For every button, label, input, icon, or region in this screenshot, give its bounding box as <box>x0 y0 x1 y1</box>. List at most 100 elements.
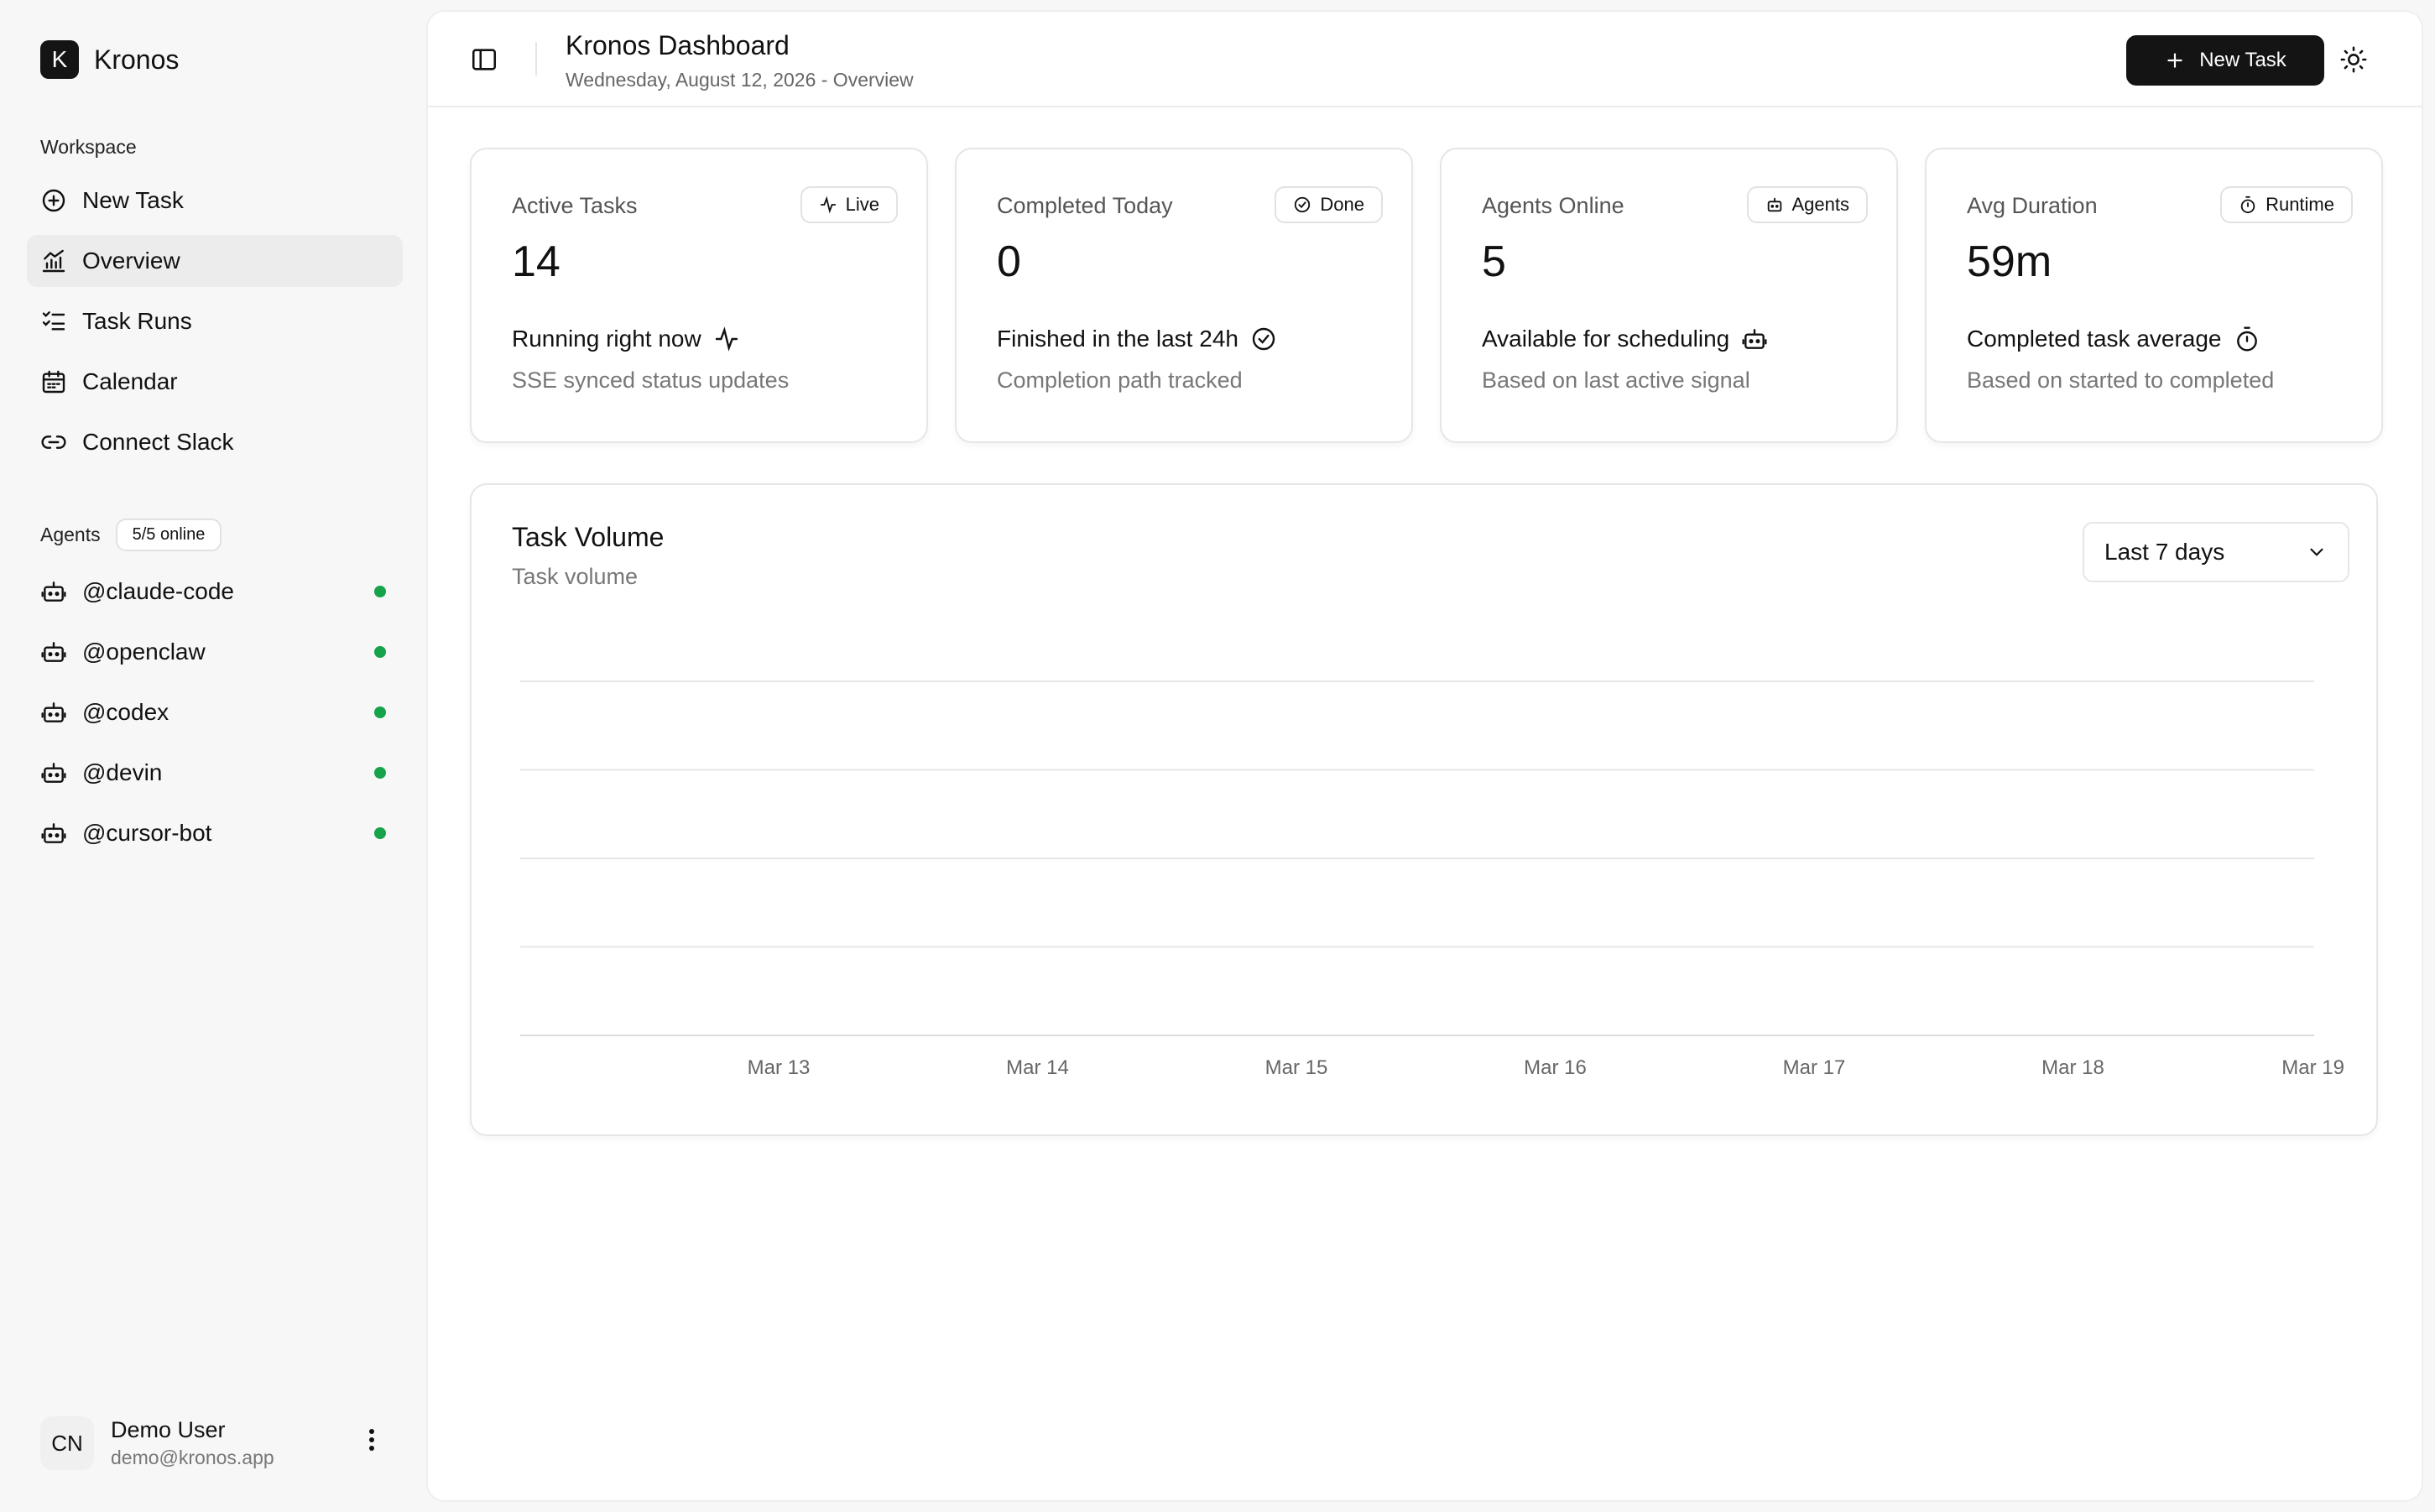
user-email: demo@kronos.app <box>111 1447 274 1468</box>
stat-label: Active Tasks <box>512 193 638 218</box>
badge-label: Live <box>845 194 879 215</box>
bot-icon <box>40 639 67 665</box>
sidebar-toggle-icon[interactable] <box>470 45 498 74</box>
stat-value: 14 <box>512 237 561 286</box>
stat-desc-text: Completed task average <box>1967 326 2222 352</box>
online-status-dot <box>374 706 386 718</box>
plus-icon <box>2167 53 2182 68</box>
stat-desc: Completed task average <box>1967 326 2260 352</box>
stat-desc-text: Available for scheduling <box>1482 326 1730 352</box>
stat-value: 5 <box>1482 237 1506 286</box>
stat-note: Completion path tracked <box>997 368 1243 393</box>
link-icon <box>40 429 67 456</box>
x-tick-label: Mar 17 <box>1783 1056 1846 1079</box>
new-task-button[interactable]: New Task <box>2126 35 2324 86</box>
agent-name: @cursor-bot <box>82 820 212 846</box>
online-status-dot <box>374 646 386 658</box>
user-info: Demo User demo@kronos.app <box>111 1417 274 1469</box>
activity-icon <box>715 326 738 352</box>
stat-note: Based on last active signal <box>1482 368 1750 393</box>
agents-online-badge: 5/5 online <box>115 519 222 551</box>
stat-note: SSE synced status updates <box>512 368 790 393</box>
workspace-label: Workspace <box>40 136 137 158</box>
more-vertical-icon[interactable] <box>368 1426 376 1457</box>
stat-desc-text: Finished in the last 24h <box>997 326 1238 352</box>
nav-item-new-task[interactable]: New Task <box>27 175 403 227</box>
nav-item-label: New Task <box>82 187 184 213</box>
x-tick-label: Mar 18 <box>2041 1056 2104 1079</box>
stat-card-agents-online: Agents Online Agents 5 Available for sch… <box>1440 148 1898 443</box>
brand-logo: K <box>40 40 79 79</box>
bot-icon <box>1767 197 1781 212</box>
workspace-nav: New Task Overview Task Runs Calendar Con… <box>27 175 403 477</box>
avatar: CN <box>40 1416 94 1470</box>
nav-item-task-runs[interactable]: Task Runs <box>27 295 403 347</box>
agent-name: @claude-code <box>82 578 234 604</box>
stat-note: Based on started to completed <box>1967 368 2275 393</box>
user-menu[interactable]: CN Demo User demo@kronos.app <box>40 1416 393 1470</box>
user-name: Demo User <box>111 1417 226 1442</box>
x-tick-label: Mar 14 <box>1006 1056 1069 1079</box>
status-badge: Done <box>1275 186 1383 223</box>
badge-label: Agents <box>1791 194 1850 215</box>
nav-item-label: Connect Slack <box>82 429 234 455</box>
agents-nav: @claude-code @openclaw @codex @devin @cu… <box>27 566 403 868</box>
page-subtitle: Wednesday, August 12, 2026 - Overview <box>566 69 914 91</box>
stat-desc: Finished in the last 24h <box>997 326 1277 352</box>
agent-item-openclaw[interactable]: @openclaw <box>27 626 403 678</box>
timer-icon <box>2236 326 2257 352</box>
check-circle-icon <box>1252 327 1275 351</box>
sun-icon[interactable] <box>2339 45 2368 74</box>
x-tick-label: Mar 15 <box>1265 1056 1328 1079</box>
timer-icon <box>2240 196 2255 214</box>
list-checks-icon <box>40 308 67 335</box>
online-status-dot <box>374 827 386 839</box>
stat-card-avg-duration: Avg Duration Runtime 59m Completed task … <box>1925 148 2383 443</box>
badge-label: Done <box>1320 194 1364 215</box>
nav-item-connect-slack[interactable]: Connect Slack <box>27 416 403 468</box>
agent-item-codex[interactable]: @codex <box>27 686 403 738</box>
stat-desc: Running right now <box>512 326 740 352</box>
topbar-divider <box>535 42 537 76</box>
plus-circle-icon <box>40 187 67 214</box>
online-status-dot <box>374 586 386 597</box>
agent-item-claude-code[interactable]: @claude-code <box>27 566 403 618</box>
stat-card-active-tasks: Active Tasks Live 14 Running right now S… <box>470 148 928 443</box>
stat-value: 59m <box>1967 237 2052 286</box>
bot-icon <box>40 820 67 847</box>
status-badge: Live <box>800 186 898 223</box>
stat-desc-text: Running right now <box>512 326 701 352</box>
activity-icon <box>820 196 836 214</box>
agent-item-devin[interactable]: @devin <box>27 747 403 799</box>
stat-desc: Available for scheduling <box>1482 326 1768 352</box>
stat-value: 0 <box>997 237 1021 286</box>
stat-label: Agents Online <box>1482 193 1624 218</box>
nav-item-overview[interactable]: Overview <box>27 235 403 287</box>
nav-item-calendar[interactable]: Calendar <box>27 356 403 408</box>
nav-item-label: Calendar <box>82 368 178 394</box>
brand-name: Kronos <box>94 44 180 75</box>
chart-icon <box>40 248 67 274</box>
bot-icon <box>1742 329 1767 349</box>
brand[interactable]: K Kronos <box>40 40 179 79</box>
bot-icon <box>40 699 67 726</box>
bot-icon <box>40 578 67 605</box>
x-tick-label: Mar 19 <box>2281 1056 2344 1079</box>
sidebar: K Kronos Workspace New Task Overview Tas… <box>0 0 428 1512</box>
stat-label: Completed Today <box>997 193 1173 218</box>
agent-item-cursor-bot[interactable]: @cursor-bot <box>27 807 403 859</box>
check-circle-icon <box>1295 196 1311 213</box>
stat-card-completed-today: Completed Today Done 0 Finished in the l… <box>955 148 1413 443</box>
x-tick-label: Mar 13 <box>748 1056 811 1079</box>
status-badge: Runtime <box>2220 186 2353 223</box>
bot-icon <box>40 759 67 786</box>
status-badge: Agents <box>1746 186 1868 223</box>
agent-name: @devin <box>82 759 163 785</box>
calendar-icon <box>40 368 67 395</box>
new-task-label: New Task <box>2199 49 2286 71</box>
main-panel: Kronos Dashboard Wednesday, August 12, 2… <box>428 12 2422 1500</box>
nav-item-label: Task Runs <box>82 308 192 334</box>
online-status-dot <box>374 767 386 779</box>
page-title: Kronos Dashboard <box>566 30 790 60</box>
task-volume-card: Task Volume Task volume Last 7 days Mar … <box>470 483 2378 1136</box>
